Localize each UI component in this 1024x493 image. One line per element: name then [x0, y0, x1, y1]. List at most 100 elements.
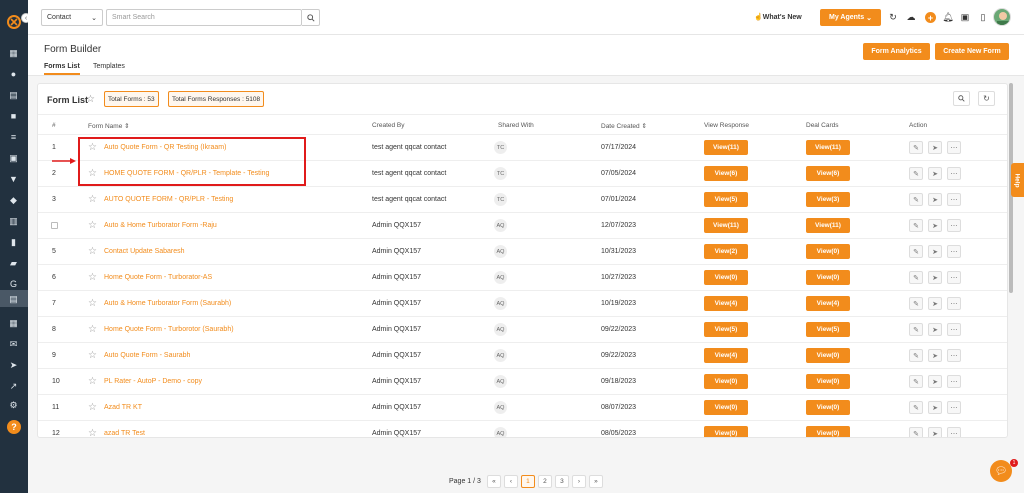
view-response-button[interactable]: View(11): [704, 140, 748, 155]
folder-icon[interactable]: ▰: [8, 258, 19, 269]
star-icon[interactable]: ☆: [86, 94, 95, 105]
more-options-icon[interactable]: ⋯: [947, 245, 961, 258]
edit-icon[interactable]: ✎: [909, 401, 923, 414]
edit-icon[interactable]: ✎: [909, 297, 923, 310]
create-new-form-button[interactable]: Create New Form: [935, 43, 1009, 60]
campaign-icon[interactable]: ◆: [8, 195, 19, 206]
more-options-icon[interactable]: ⋯: [947, 271, 961, 284]
bell-icon[interactable]: 🔔︎: [942, 12, 953, 22]
more-options-icon[interactable]: ⋯: [947, 427, 961, 437]
whats-new-link[interactable]: ☝What's New: [754, 13, 802, 21]
form-name-link[interactable]: Auto Quote Form - Saurabh: [104, 352, 190, 359]
more-options-icon[interactable]: ⋯: [947, 323, 961, 336]
view-response-button[interactable]: View(5): [704, 192, 748, 207]
more-options-icon[interactable]: ⋯: [947, 349, 961, 362]
page-2-button[interactable]: 2: [537, 475, 552, 488]
email-icon[interactable]: ✉: [8, 339, 19, 350]
page-1-button[interactable]: 1: [520, 475, 535, 488]
more-options-icon[interactable]: ⋯: [947, 219, 961, 232]
view-response-button[interactable]: View(2): [704, 244, 748, 259]
more-options-icon[interactable]: ⋯: [947, 193, 961, 206]
send-icon[interactable]: ➤: [928, 245, 942, 258]
form-name-link[interactable]: Home Quote Form - Turborator-AS: [104, 274, 212, 281]
col-form-name[interactable]: Form Name ⇕: [88, 122, 130, 130]
view-response-button[interactable]: View(0): [704, 374, 748, 389]
page-3-button[interactable]: 3: [554, 475, 569, 488]
view-response-button[interactable]: View(4): [704, 296, 748, 311]
send-icon[interactable]: ➤: [928, 401, 942, 414]
send-icon[interactable]: ➤: [928, 271, 942, 284]
deal-cards-button[interactable]: View(5): [806, 322, 850, 337]
deal-cards-button[interactable]: View(11): [806, 218, 850, 233]
deal-cards-button[interactable]: View(0): [806, 348, 850, 363]
deal-cards-button[interactable]: View(0): [806, 270, 850, 285]
phone-icon[interactable]: ▯: [978, 12, 988, 22]
col-date-created[interactable]: Date Created ⇕: [601, 122, 647, 130]
trends-icon[interactable]: ↗: [8, 381, 19, 392]
form-name-link[interactable]: AUTO QUOTE FORM - QR/PLR - Testing: [104, 196, 233, 203]
smart-search-input[interactable]: Smart Search: [106, 9, 302, 26]
send-icon[interactable]: ➤: [928, 375, 942, 388]
view-response-button[interactable]: View(5): [704, 322, 748, 337]
deal-cards-button[interactable]: View(0): [806, 244, 850, 259]
star-icon[interactable]: ☆: [88, 194, 97, 205]
star-icon[interactable]: ☆: [88, 402, 97, 413]
star-icon[interactable]: ☆: [88, 298, 97, 309]
reports-icon[interactable]: ▥: [8, 216, 19, 227]
send-icon[interactable]: ➤: [928, 141, 942, 154]
edit-icon[interactable]: ✎: [909, 219, 923, 232]
forms-icon[interactable]: ▤: [8, 294, 19, 305]
search-button[interactable]: [302, 9, 320, 26]
form-name-link[interactable]: Contact Update Sabaresh: [104, 248, 185, 255]
form-name-link[interactable]: azad TR Test: [104, 430, 145, 437]
documents-icon[interactable]: ▤: [8, 90, 19, 101]
form-analytics-button[interactable]: Form Analytics: [863, 43, 930, 60]
contacts-icon[interactable]: ●: [8, 69, 19, 80]
deal-cards-button[interactable]: View(0): [806, 426, 850, 437]
my-agents-button[interactable]: My Agents ⌄: [820, 9, 881, 26]
send-icon[interactable]: ➤: [928, 219, 942, 232]
tab-forms-list[interactable]: Forms List: [44, 63, 80, 75]
analytics-icon[interactable]: ▮: [8, 237, 19, 248]
send-icon[interactable]: ➤: [928, 167, 942, 180]
star-icon[interactable]: ☆: [88, 324, 97, 335]
view-response-button[interactable]: View(11): [704, 218, 748, 233]
settings-icon[interactable]: ⚙: [8, 400, 19, 411]
dashboard-icon[interactable]: ▦: [8, 48, 19, 59]
edit-icon[interactable]: ✎: [909, 271, 923, 284]
star-icon[interactable]: ☆: [88, 376, 97, 387]
form-name-link[interactable]: PL Rater - AutoP - Demo - copy: [104, 378, 202, 385]
edit-icon[interactable]: ✎: [909, 323, 923, 336]
last-page-button[interactable]: »: [588, 475, 603, 488]
deals-icon[interactable]: ■: [8, 111, 19, 122]
edit-icon[interactable]: ✎: [909, 427, 923, 437]
row-checkbox[interactable]: [51, 222, 58, 229]
contact-type-select[interactable]: Contact ⌄: [41, 9, 103, 26]
edit-icon[interactable]: ✎: [909, 167, 923, 180]
first-page-button[interactable]: «: [486, 475, 501, 488]
deal-cards-button[interactable]: View(0): [806, 374, 850, 389]
form-name-link[interactable]: Auto & Home Turborator Form (Saurabh): [104, 300, 231, 307]
help-icon[interactable]: ?: [7, 420, 21, 434]
star-icon[interactable]: ☆: [88, 350, 97, 361]
more-options-icon[interactable]: ⋯: [947, 167, 961, 180]
form-name-link[interactable]: Azad TR KT: [104, 404, 142, 411]
automation-icon[interactable]: ➤: [8, 360, 19, 371]
star-icon[interactable]: ☆: [88, 428, 97, 437]
user-avatar[interactable]: [993, 8, 1011, 26]
deal-cards-button[interactable]: View(11): [806, 140, 850, 155]
form-name-link[interactable]: Auto & Home Turborator Form -Raju: [104, 222, 217, 229]
edit-icon[interactable]: ✎: [909, 349, 923, 362]
send-icon[interactable]: ➤: [928, 427, 942, 437]
edit-icon[interactable]: ✎: [909, 141, 923, 154]
deal-cards-button[interactable]: View(4): [806, 296, 850, 311]
more-options-icon[interactable]: ⋯: [947, 401, 961, 414]
more-options-icon[interactable]: ⋯: [947, 297, 961, 310]
form-name-link[interactable]: Home Quote Form - Turborotor (Saurabh): [104, 326, 234, 333]
edit-icon[interactable]: ✎: [909, 193, 923, 206]
refresh-icon[interactable]: ↻: [888, 12, 898, 22]
cloud-icon[interactable]: ☁: [906, 12, 916, 22]
edit-icon[interactable]: ✎: [909, 375, 923, 388]
app-logo-icon[interactable]: [6, 14, 22, 30]
prev-page-button[interactable]: ‹: [503, 475, 518, 488]
